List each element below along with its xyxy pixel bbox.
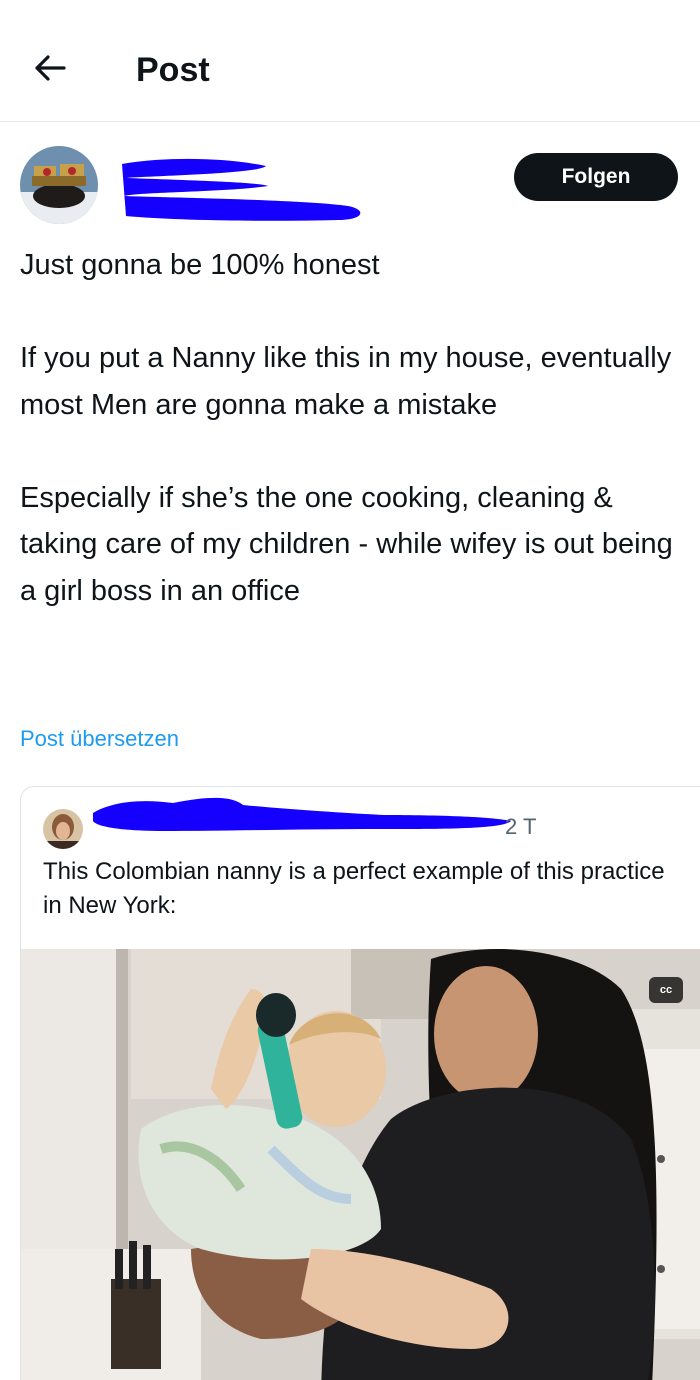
arrow-left-icon (35, 55, 66, 81)
video-frame (21, 949, 700, 1380)
avatar-image (20, 146, 98, 224)
quoted-post-time: 2 T (505, 814, 537, 839)
top-bar: Post (0, 0, 700, 122)
page-title: Post (136, 51, 210, 89)
quoted-post-text: This Colombian nanny is a perfect exampl… (43, 858, 665, 919)
redacted-quoted-author-name (93, 797, 511, 831)
post-paragraph: Just gonna be 100% honest (20, 249, 380, 281)
avatar-image (43, 809, 83, 849)
back-button[interactable] (28, 50, 72, 86)
quoted-author-avatar[interactable] (43, 809, 83, 849)
follow-button[interactable]: Folgen (514, 153, 678, 201)
post-paragraph: If you put a Nanny like this in my house… (20, 342, 672, 421)
redacted-author-name (122, 158, 361, 221)
quoted-post-card[interactable]: 2 T This Colombian nanny is a perfect ex… (20, 786, 700, 1380)
translate-post-link[interactable]: Post übersetzen (20, 724, 179, 754)
post-paragraph: Especially if she’s the one cooking, cle… (20, 481, 673, 607)
author-avatar[interactable] (20, 146, 98, 224)
captions-toggle[interactable]: cc (649, 977, 683, 1003)
video-player[interactable]: cc (21, 949, 700, 1380)
post-text: Just gonna be 100% honest If you put a N… (20, 242, 680, 614)
